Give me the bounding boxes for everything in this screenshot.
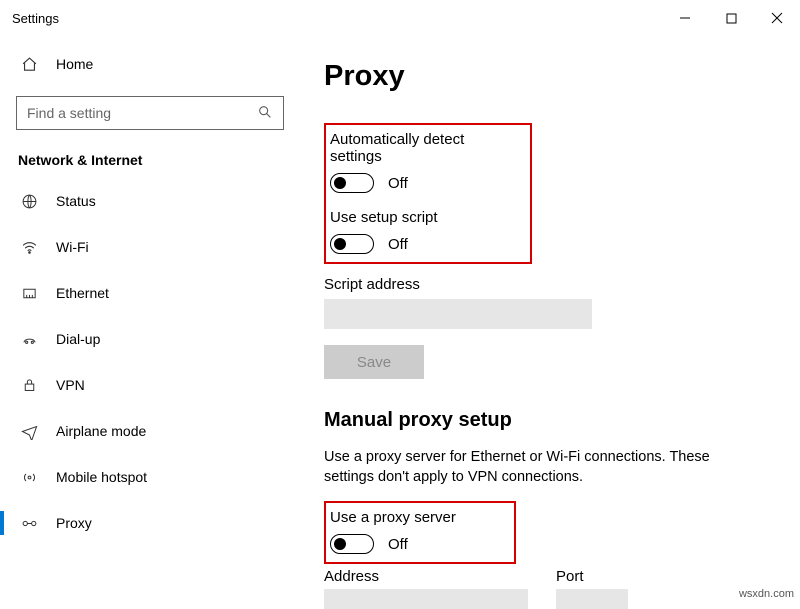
page-content: Proxy Automatically detect settings Off … (300, 36, 800, 602)
use-proxy-state: Off (388, 536, 408, 553)
use-proxy-toggle[interactable] (330, 534, 374, 554)
script-address-input[interactable] (324, 299, 592, 329)
script-address-label: Script address (324, 276, 764, 293)
highlight-box-manual: Use a proxy server Off (324, 501, 516, 564)
port-input[interactable] (556, 589, 628, 609)
page-title: Proxy (324, 60, 764, 93)
search-placeholder: Find a setting (27, 105, 111, 121)
manual-setup-description: Use a proxy server for Ethernet or Wi-Fi… (324, 448, 744, 487)
sidebar-group-heading: Network & Internet (18, 152, 300, 168)
save-button[interactable]: Save (324, 345, 424, 379)
manual-setup-heading: Manual proxy setup (324, 409, 764, 432)
address-label: Address (324, 568, 528, 585)
maximize-button[interactable] (708, 0, 754, 36)
sidebar-item-status[interactable]: Status (0, 178, 300, 224)
sidebar-item-label: VPN (56, 377, 85, 393)
search-icon (257, 104, 273, 123)
auto-detect-label: Automatically detect settings (330, 131, 520, 165)
sidebar-item-label: Dial-up (56, 331, 100, 347)
minimize-button[interactable] (662, 0, 708, 36)
sidebar-home-label: Home (56, 56, 93, 72)
sidebar-item-proxy[interactable]: Proxy (0, 500, 300, 546)
sidebar-home[interactable]: Home (0, 50, 300, 78)
sidebar-item-label: Airplane mode (56, 423, 146, 439)
highlight-box-auto: Automatically detect settings Off Use se… (324, 123, 532, 264)
home-icon (20, 56, 38, 73)
close-button[interactable] (754, 0, 800, 36)
sidebar-item-label: Ethernet (56, 285, 109, 301)
setup-script-state: Off (388, 236, 408, 253)
watermark: wsxdn.com (739, 588, 794, 600)
auto-detect-toggle[interactable] (330, 173, 374, 193)
sidebar: Home Find a setting Network & Internet S… (0, 36, 300, 602)
window-titlebar: Settings (0, 0, 800, 36)
sidebar-item-label: Wi-Fi (56, 239, 89, 255)
hotspot-icon (20, 469, 38, 486)
address-input[interactable] (324, 589, 528, 609)
window-title: Settings (12, 11, 59, 26)
use-proxy-label: Use a proxy server (330, 509, 504, 526)
sidebar-item-vpn[interactable]: VPN (0, 362, 300, 408)
sidebar-nav: Status Wi-Fi Ethernet Dial-up (0, 178, 300, 546)
vpn-icon (20, 377, 38, 394)
sidebar-item-label: Proxy (56, 515, 92, 531)
globe-icon (20, 193, 38, 210)
save-button-label: Save (357, 354, 391, 371)
wifi-icon (20, 239, 38, 256)
setup-script-toggle[interactable] (330, 234, 374, 254)
dialup-icon (20, 331, 38, 348)
sidebar-item-airplane[interactable]: Airplane mode (0, 408, 300, 454)
setup-script-label: Use setup script (330, 209, 520, 226)
airplane-icon (20, 423, 38, 440)
sidebar-item-ethernet[interactable]: Ethernet (0, 270, 300, 316)
port-label: Port (556, 568, 628, 585)
sidebar-item-dialup[interactable]: Dial-up (0, 316, 300, 362)
sidebar-item-hotspot[interactable]: Mobile hotspot (0, 454, 300, 500)
proxy-icon (20, 515, 38, 532)
sidebar-item-wifi[interactable]: Wi-Fi (0, 224, 300, 270)
sidebar-item-label: Status (56, 193, 96, 209)
auto-detect-state: Off (388, 175, 408, 192)
ethernet-icon (20, 285, 38, 302)
search-input[interactable]: Find a setting (16, 96, 284, 130)
sidebar-item-label: Mobile hotspot (56, 469, 147, 485)
